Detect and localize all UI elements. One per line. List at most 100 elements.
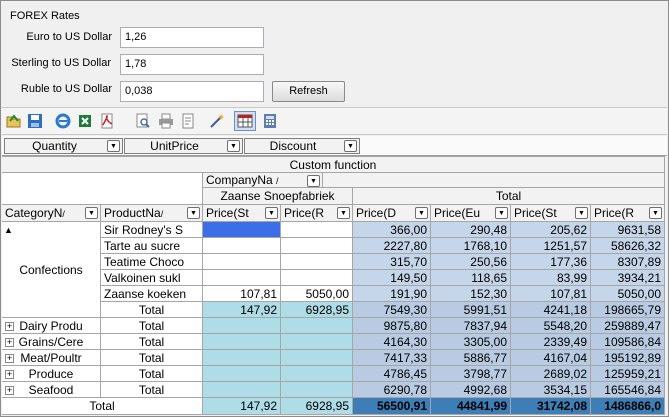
cell-value[interactable]: 9631,58	[591, 222, 665, 238]
cell-value[interactable]: 1251,57	[511, 238, 591, 254]
cell-value[interactable]: 149,50	[353, 270, 431, 286]
cell-value[interactable]: 125959,21	[591, 366, 665, 382]
cell-value[interactable]	[203, 254, 281, 270]
cell-value[interactable]	[203, 318, 281, 334]
cell-value[interactable]: 165546,84	[591, 382, 665, 398]
chevron-down-icon[interactable]: ▼	[85, 207, 98, 219]
measure-header[interactable]: Price(D ▼	[353, 205, 431, 222]
excel-export-icon[interactable]	[76, 112, 94, 130]
cell-value[interactable]	[203, 382, 281, 398]
cell-value[interactable]: 7837,94	[431, 318, 511, 334]
row-field-product[interactable]: ProductNa/▼	[101, 205, 203, 222]
chevron-down-icon[interactable]: ▼	[337, 207, 350, 219]
cell-value[interactable]: 177,36	[511, 254, 591, 270]
chevron-down-icon[interactable]: ▼	[187, 207, 200, 219]
cell-value[interactable]: 1768,10	[431, 238, 511, 254]
cell-value[interactable]: 4786,45	[353, 366, 431, 382]
chevron-down-icon[interactable]: ▼	[649, 207, 662, 219]
chevron-down-icon[interactable]: ▼	[344, 140, 357, 152]
category-cell[interactable]: + Seafood	[2, 382, 101, 398]
print-preview-icon[interactable]	[134, 112, 152, 130]
cell-value[interactable]	[281, 238, 353, 254]
cell-value[interactable]: 7417,33	[353, 350, 431, 366]
category-cell[interactable]: + Dairy Produ	[2, 318, 101, 334]
cell-value[interactable]: 152,30	[431, 286, 511, 302]
cell-value[interactable]	[203, 334, 281, 350]
cell-value[interactable]: 8307,89	[591, 254, 665, 270]
cell-value[interactable]: 147,92	[203, 302, 281, 318]
product-name[interactable]: Zaanse koeken	[101, 286, 203, 302]
cell-value[interactable]: 198665,79	[591, 302, 665, 318]
cell-value[interactable]: 107,81	[203, 286, 281, 302]
cell-value[interactable]: 3534,15	[511, 382, 591, 398]
cell-value[interactable]	[203, 366, 281, 382]
save-icon[interactable]	[26, 112, 44, 130]
cell-value[interactable]: 9875,80	[353, 318, 431, 334]
cell-value[interactable]: 195192,89	[591, 350, 665, 366]
ruble-input[interactable]: 0,038	[120, 81, 264, 102]
cell-value[interactable]: 5548,20	[511, 318, 591, 334]
collapse-icon[interactable]: ▲	[4, 222, 13, 238]
product-name[interactable]: Total	[101, 302, 203, 318]
euro-input[interactable]: 1,26	[120, 27, 264, 48]
cell-value[interactable]: 191,90	[353, 286, 431, 302]
cell-value[interactable]: 259889,47	[591, 318, 665, 334]
chevron-down-icon[interactable]: ▼	[495, 207, 508, 219]
cell-value[interactable]: 3305,00	[431, 334, 511, 350]
product-name[interactable]: Tarte au sucre	[101, 238, 203, 254]
chevron-down-icon[interactable]: ▼	[415, 207, 428, 219]
cell-value[interactable]: 315,70	[353, 254, 431, 270]
category-cell[interactable]: + Produce	[2, 366, 101, 382]
chart-wizard-icon[interactable]	[208, 112, 226, 130]
cell-value[interactable]: 107,81	[511, 286, 591, 302]
cell-value[interactable]	[281, 350, 353, 366]
cell-value[interactable]	[281, 318, 353, 334]
column-field-company[interactable]: CompanyNa / ▼	[203, 173, 323, 188]
category-cell[interactable]: + Grains/Cere	[2, 334, 101, 350]
product-name[interactable]: Sir Rodney's S	[101, 222, 203, 238]
cell-value[interactable]: 118,65	[431, 270, 511, 286]
field-discount[interactable]: Discount ▼	[244, 138, 360, 154]
cell-value[interactable]: 205,62	[511, 222, 591, 238]
cell-value[interactable]: 5991,51	[431, 302, 511, 318]
cell-value[interactable]	[281, 366, 353, 382]
measure-header[interactable]: Price(R ▼	[281, 205, 353, 222]
cell-value[interactable]: 5050,00	[591, 286, 665, 302]
cell-value[interactable]	[281, 382, 353, 398]
cell-value[interactable]: 290,48	[431, 222, 511, 238]
cell-value[interactable]	[281, 270, 353, 286]
cell-value[interactable]	[203, 350, 281, 366]
cell-value[interactable]: 109586,84	[591, 334, 665, 350]
cell-value[interactable]	[203, 238, 281, 254]
cell-value[interactable]	[281, 222, 353, 238]
cell-value[interactable]: 3798,77	[431, 366, 511, 382]
cell-value[interactable]	[281, 334, 353, 350]
chevron-down-icon[interactable]: ▼	[107, 140, 120, 152]
cell-value[interactable]: 2689,02	[511, 366, 591, 382]
category-cell-confections[interactable]: ▲ Confections	[2, 222, 101, 318]
cell-value[interactable]: 366,00	[353, 222, 431, 238]
grid-view-icon[interactable]	[234, 111, 256, 131]
cell-value[interactable]: 83,99	[511, 270, 591, 286]
cell-value[interactable]: 250,56	[431, 254, 511, 270]
cell-value[interactable]: 2227,80	[353, 238, 431, 254]
open-folder-icon[interactable]	[5, 112, 23, 130]
measure-header[interactable]: Price(St ▼	[511, 205, 591, 222]
cell-value[interactable]: 6290,78	[353, 382, 431, 398]
sterling-input[interactable]: 1,78	[120, 54, 264, 75]
page-setup-icon[interactable]	[179, 112, 197, 130]
chevron-down-icon[interactable]: ▼	[307, 175, 320, 187]
cell-value[interactable]: 5886,77	[431, 350, 511, 366]
cell-value[interactable]: 4241,18	[511, 302, 591, 318]
cell-value[interactable]: 4992,68	[431, 382, 511, 398]
cell-value[interactable]: 3934,21	[591, 270, 665, 286]
cell-value[interactable]	[203, 270, 281, 286]
cell-value[interactable]	[281, 254, 353, 270]
cell-value[interactable]: 4164,30	[353, 334, 431, 350]
cell-value[interactable]: 4167,04	[511, 350, 591, 366]
field-unitprice[interactable]: UnitPrice ▼	[124, 138, 243, 154]
print-icon[interactable]	[157, 112, 175, 130]
cell-value[interactable]: 6928,95	[281, 302, 353, 318]
calculator-icon[interactable]	[261, 112, 279, 130]
chevron-down-icon[interactable]: ▼	[265, 207, 278, 219]
